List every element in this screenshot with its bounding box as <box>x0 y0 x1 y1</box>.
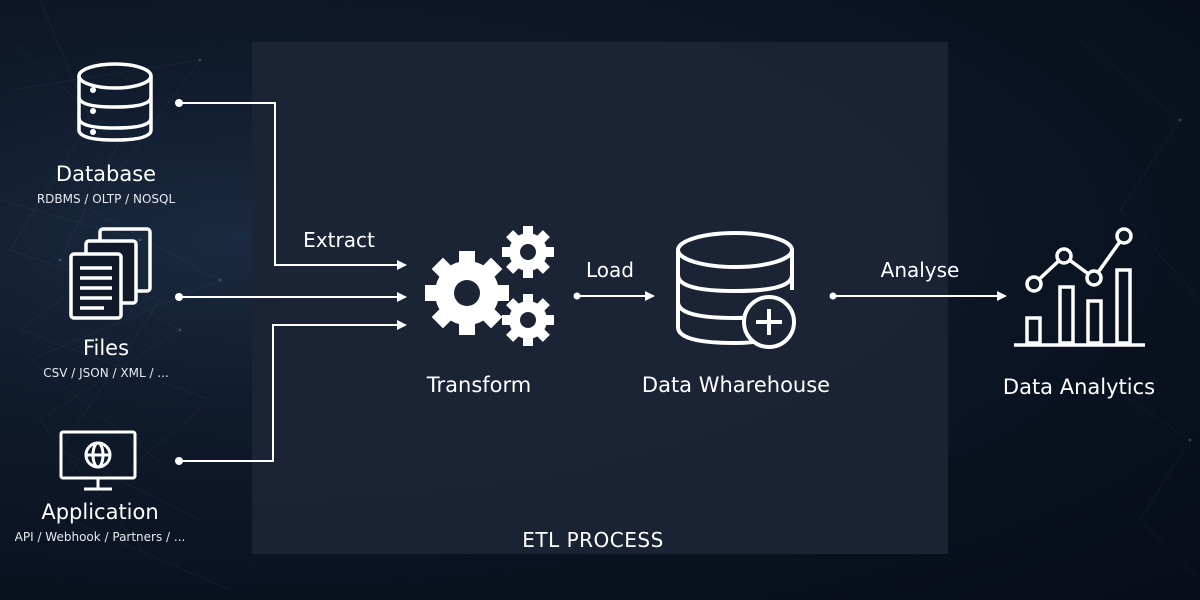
etl-process-caption: ETL PROCESS <box>522 528 664 552</box>
analyse-arrow-dot <box>829 292 837 300</box>
extract-label: Extract <box>303 228 375 252</box>
globe-icon <box>84 441 112 469</box>
analyse-label: Analyse <box>880 258 960 282</box>
warehouse-database-icon <box>676 231 796 349</box>
load-label: Load <box>586 258 634 282</box>
etl-diagram: Database RDBMS / OLTP / NOSQL Files CSV … <box>0 0 1200 600</box>
analytics-chart-icon <box>1014 227 1145 347</box>
files-title: Files <box>82 336 130 360</box>
analytics-title: Data Analytics <box>1002 375 1156 399</box>
warehouse-title: Data Wharehouse <box>641 373 831 397</box>
application-title: Application <box>41 500 159 524</box>
plus-circle-icon <box>742 295 796 349</box>
load-arrow-dot <box>573 292 581 300</box>
diagram-graphics <box>59 62 1145 491</box>
files-subtitle: CSV / JSON / XML / ... <box>43 366 169 380</box>
gears-icon <box>425 226 554 346</box>
files-connector-dot <box>175 293 183 301</box>
files-icon <box>69 227 152 320</box>
database-title: Database <box>55 162 157 186</box>
application-connector <box>179 320 407 462</box>
application-connector-dot <box>175 457 183 465</box>
database-icon <box>77 62 153 142</box>
database-subtitle: RDBMS / OLTP / NOSQL <box>36 192 176 206</box>
transform-title: Transform <box>426 373 532 397</box>
application-subtitle: API / Webhook / Partners / ... <box>14 530 186 544</box>
application-monitor-icon <box>59 430 137 491</box>
database-connector-dot <box>175 99 183 107</box>
